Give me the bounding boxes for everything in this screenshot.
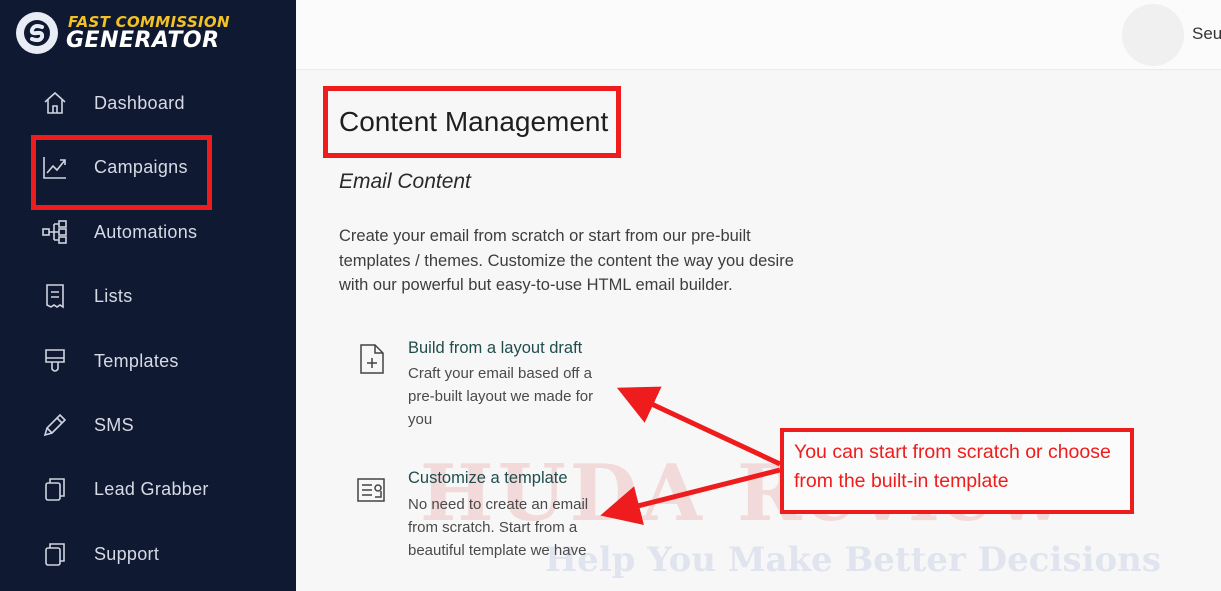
sidebar-item-lead-grabber[interactable]: Lead Grabber [0,464,296,514]
sidebar-item-label: Automations [94,221,198,242]
sidebar-item-automations[interactable]: Automations [0,207,296,257]
brand-line2: GENERATOR [66,28,220,53]
annotation-callout: You can start from scratch or choose fro… [780,428,1134,514]
brand-logo[interactable]: FAST COMMISSION GENERATOR [16,12,246,56]
sidebar-item-support[interactable]: Support [0,529,296,579]
sidebar-item-label: Templates [94,350,179,371]
sidebar: FAST COMMISSION GENERATOR Dashboard Camp… [0,0,296,591]
sidebar-item-label: Support [94,543,160,564]
copy-icon [40,474,70,504]
user-name[interactable]: Seu [1192,24,1221,44]
option-build-from-layout[interactable]: Build from a layout draft [408,339,582,358]
sidebar-item-label: Lead Grabber [94,478,209,499]
title-highlight-box [323,86,621,158]
topbar: Seu [296,0,1221,70]
avatar[interactable] [1122,4,1184,66]
sidebar-item-label: SMS [94,414,134,435]
home-icon [40,88,70,118]
campaigns-highlight-box [31,135,212,210]
sidebar-item-label: Dashboard [94,92,185,113]
sidebar-item-templates[interactable]: Templates [0,336,296,386]
section-description: Create your email from scratch or start … [339,227,794,294]
section-title: Email Content [339,170,471,193]
option-build-from-layout-desc: Craft your email based off a pre-built l… [408,365,594,428]
file-plus-icon[interactable] [357,343,387,375]
flow-icon [40,217,70,247]
list-icon [40,281,70,311]
sidebar-item-sms[interactable]: SMS [0,400,296,450]
watermark-tagline: Help You Make Better Decisions [545,540,1162,580]
copy-icon [40,539,70,569]
sidebar-item-lists[interactable]: Lists [0,271,296,321]
pencil-icon [40,410,70,440]
option-customize-template-desc: No need to create an email from scratch.… [408,496,589,559]
logo-mark-icon [16,12,58,54]
template-icon[interactable] [356,474,386,506]
brush-icon [40,346,70,376]
sidebar-item-label: Lists [94,285,133,306]
sidebar-item-dashboard[interactable]: Dashboard [0,78,296,128]
option-customize-template[interactable]: Customize a template [408,469,568,488]
